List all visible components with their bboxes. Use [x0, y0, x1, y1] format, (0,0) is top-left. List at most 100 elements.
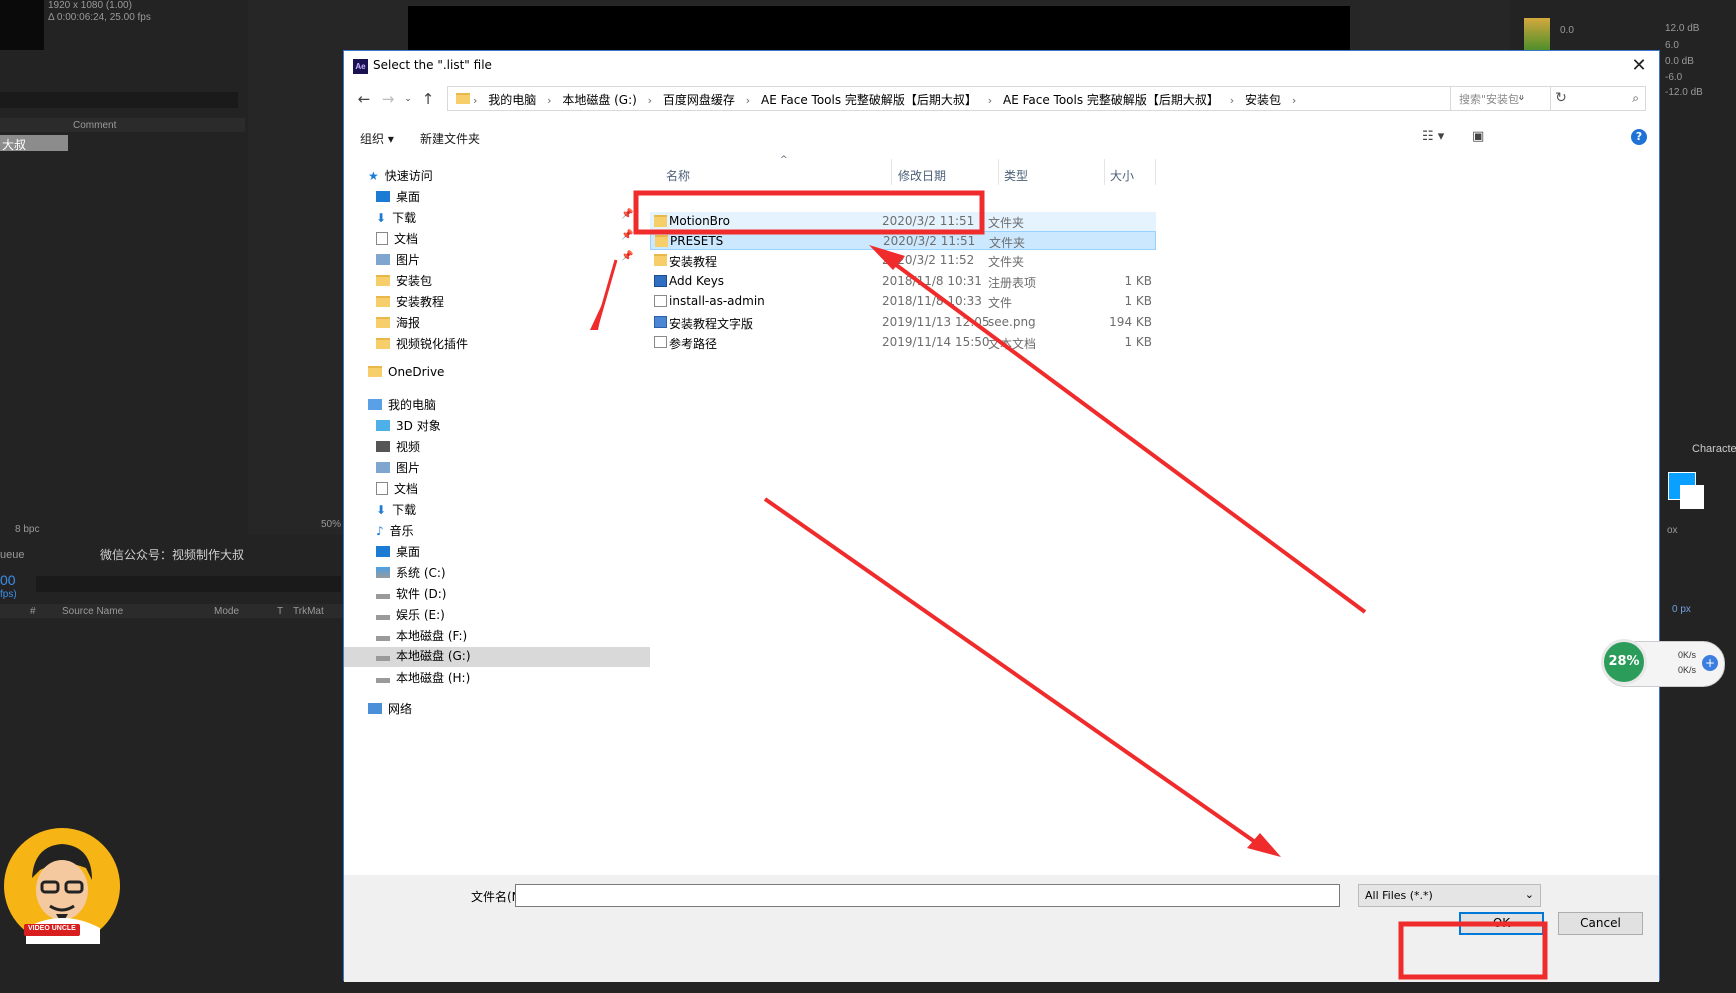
nav-label: 桌面 — [396, 190, 421, 204]
file-row[interactable]: 安装教程文字版 2019/11/13 12:05 see.png 194 KB — [650, 313, 1156, 332]
file-name: 参考路径 — [669, 337, 718, 351]
nav-item-folder[interactable]: 安装教程 — [376, 293, 444, 313]
search-input[interactable]: 搜索"安装包" ⌕ — [1450, 86, 1646, 111]
column-divider[interactable] — [998, 159, 999, 185]
file-row[interactable]: MotionBro 2020/3/2 11:51 文件夹 — [650, 212, 1156, 231]
column-divider[interactable] — [891, 159, 892, 185]
timecode[interactable]: 00 — [0, 572, 16, 588]
blank-file-icon — [654, 295, 667, 307]
stroke-color-swatch[interactable] — [1680, 485, 1704, 509]
breadcrumb-item[interactable]: 我的电脑 — [488, 93, 536, 107]
nav-item-videos[interactable]: 视频 — [376, 438, 420, 458]
nav-onedrive[interactable]: OneDrive — [368, 365, 444, 385]
file-row[interactable]: 安装教程 2020/3/2 11:52 文件夹 — [650, 251, 1156, 270]
nav-label: 我的电脑 — [388, 398, 437, 412]
new-folder-button[interactable]: 新建文件夹 — [420, 130, 480, 147]
cancel-button[interactable]: Cancel — [1558, 912, 1643, 935]
file-row[interactable]: Add Keys 2018/11/8 10:31 注册表项 1 KB — [650, 272, 1156, 291]
nav-item-drive-e[interactable]: 娱乐 (E:) — [376, 606, 445, 626]
column-divider[interactable] — [1155, 159, 1156, 185]
file-row[interactable]: install-as-admin 2018/11/8 10:33 文件 1 KB — [650, 292, 1156, 311]
comp-tab-label[interactable]: 微信公众号：视频制作大叔 — [100, 546, 244, 563]
ok-button[interactable]: OK — [1459, 912, 1544, 935]
file-size: 194 KB — [1109, 315, 1152, 329]
col-source-name[interactable]: Source Name — [62, 606, 123, 617]
help-icon[interactable]: ? — [1631, 129, 1647, 145]
nav-item-documents[interactable]: 文档 — [376, 230, 418, 250]
pin-icon[interactable]: 📌 — [621, 230, 633, 241]
pin-icon[interactable]: 📌 — [621, 251, 633, 262]
organize-menu[interactable]: 组织 ▾ — [360, 130, 394, 147]
nav-item-downloads[interactable]: ⬇ 下载 — [376, 501, 416, 521]
up-arrow-icon[interactable]: ↑ — [418, 89, 438, 109]
preview-pane-icon[interactable]: ▣ — [1472, 129, 1484, 144]
chevron-right-icon: › — [1291, 94, 1297, 107]
nav-item-folder[interactable]: 视频锐化插件 — [376, 335, 468, 355]
boost-icon[interactable]: + — [1702, 655, 1718, 671]
project-item-label: 大叔 — [2, 138, 27, 152]
nav-item-music[interactable]: ♪ 音乐 — [376, 522, 414, 542]
forward-arrow-icon[interactable]: → — [378, 89, 398, 109]
file-date: 2020/3/2 11:52 — [882, 253, 975, 267]
column-date[interactable]: 修改日期 — [898, 167, 946, 184]
download-icon: ⬇ — [376, 502, 387, 517]
filename-input[interactable] — [515, 884, 1340, 907]
project-search-bar[interactable] — [0, 92, 238, 108]
nav-label: 文档 — [394, 482, 419, 496]
nav-item-drive-h[interactable]: 本地磁盘 (H:) — [376, 669, 470, 689]
nav-item-pictures[interactable]: 图片 — [376, 459, 420, 479]
ae-app-icon: Ae — [353, 59, 368, 74]
meter-db-1: 6.0 — [1665, 40, 1679, 51]
nav-item-drive-g[interactable]: 本地磁盘 (G:) — [344, 647, 650, 667]
pin-icon[interactable]: 📌 — [621, 209, 633, 220]
search-icon[interactable]: ⌕ — [1632, 91, 1639, 106]
col-mode[interactable]: Mode — [214, 606, 239, 617]
nav-item-pictures[interactable]: 图片 — [376, 251, 420, 271]
nav-item-drive-f[interactable]: 本地磁盘 (F:) — [376, 627, 467, 647]
column-size[interactable]: 大小 — [1110, 167, 1134, 184]
view-options-icon[interactable]: ☷ ▾ — [1422, 129, 1444, 144]
breadcrumb-item[interactable]: 百度网盘缓存 — [663, 93, 735, 107]
column-divider[interactable] — [1104, 159, 1105, 185]
drive-icon — [376, 636, 390, 641]
file-row-selected[interactable]: PRESETS 2020/3/2 11:51 文件夹 — [650, 231, 1156, 250]
render-queue-tab[interactable]: ueue — [0, 549, 24, 561]
breadcrumb-item[interactable]: AE Face Tools 完整破解版【后期大叔】 — [761, 93, 977, 107]
address-bar[interactable]: › 我的电脑 › 本地磁盘 (G:) › 百度网盘缓存 › AE Face To… — [447, 86, 1551, 111]
column-name[interactable]: 名称 — [666, 167, 690, 184]
nav-item-downloads[interactable]: ⬇ 下载 — [376, 209, 416, 229]
column-type[interactable]: 类型 — [1004, 167, 1028, 184]
ox-label: ox — [1667, 525, 1678, 536]
breadcrumb-item[interactable]: AE Face Tools 完整破解版【后期大叔】 — [1003, 93, 1219, 107]
timeline-search[interactable] — [36, 576, 341, 592]
nav-item-desktop[interactable]: 桌面 — [376, 543, 420, 563]
file-type: see.png — [988, 315, 1036, 329]
nav-item-3d[interactable]: 3D 对象 — [376, 417, 441, 437]
nav-quick-access[interactable]: ★ 快速访问 — [368, 167, 433, 187]
breadcrumb-item[interactable]: 安装包 — [1245, 93, 1281, 107]
character-tab[interactable]: Characte — [1692, 443, 1736, 455]
zoom-level[interactable]: 50% — [321, 519, 341, 530]
close-icon[interactable]: ✕ — [1625, 53, 1653, 79]
nav-this-pc[interactable]: 我的电脑 — [368, 396, 436, 416]
cpu-usage-percent[interactable]: 28% — [1601, 639, 1647, 685]
ae-project-panel — [0, 0, 245, 535]
nav-item-drive-d[interactable]: 软件 (D:) — [376, 585, 446, 605]
nav-item-drive-c[interactable]: 系统 (C:) — [376, 564, 446, 584]
nav-label: 本地磁盘 (G:) — [396, 649, 471, 663]
comment-column-header[interactable]: Comment — [73, 120, 116, 131]
recent-dropdown-icon[interactable]: ⌄ — [398, 89, 418, 109]
filetype-select[interactable]: All Files (*.*) ⌄ — [1358, 884, 1541, 907]
col-trkmat[interactable]: TrkMat — [293, 606, 324, 617]
comp-info-duration: Δ 0:00:06:24, 25.00 fps — [48, 12, 151, 23]
file-row[interactable]: 参考路径 2019/11/14 15:50 文本文档 1 KB — [650, 333, 1156, 352]
nav-item-folder[interactable]: 安装包 — [376, 272, 432, 292]
nav-network[interactable]: 网络 — [368, 700, 412, 720]
bpc-label[interactable]: 8 bpc — [15, 524, 39, 535]
breadcrumb-item[interactable]: 本地磁盘 (G:) — [562, 93, 637, 107]
desktop-icon — [376, 546, 390, 557]
back-arrow-icon[interactable]: ← — [354, 89, 374, 109]
nav-item-documents[interactable]: 文档 — [376, 480, 418, 500]
nav-item-folder[interactable]: 海报 — [376, 314, 420, 334]
nav-item-desktop[interactable]: 桌面 — [376, 188, 420, 208]
